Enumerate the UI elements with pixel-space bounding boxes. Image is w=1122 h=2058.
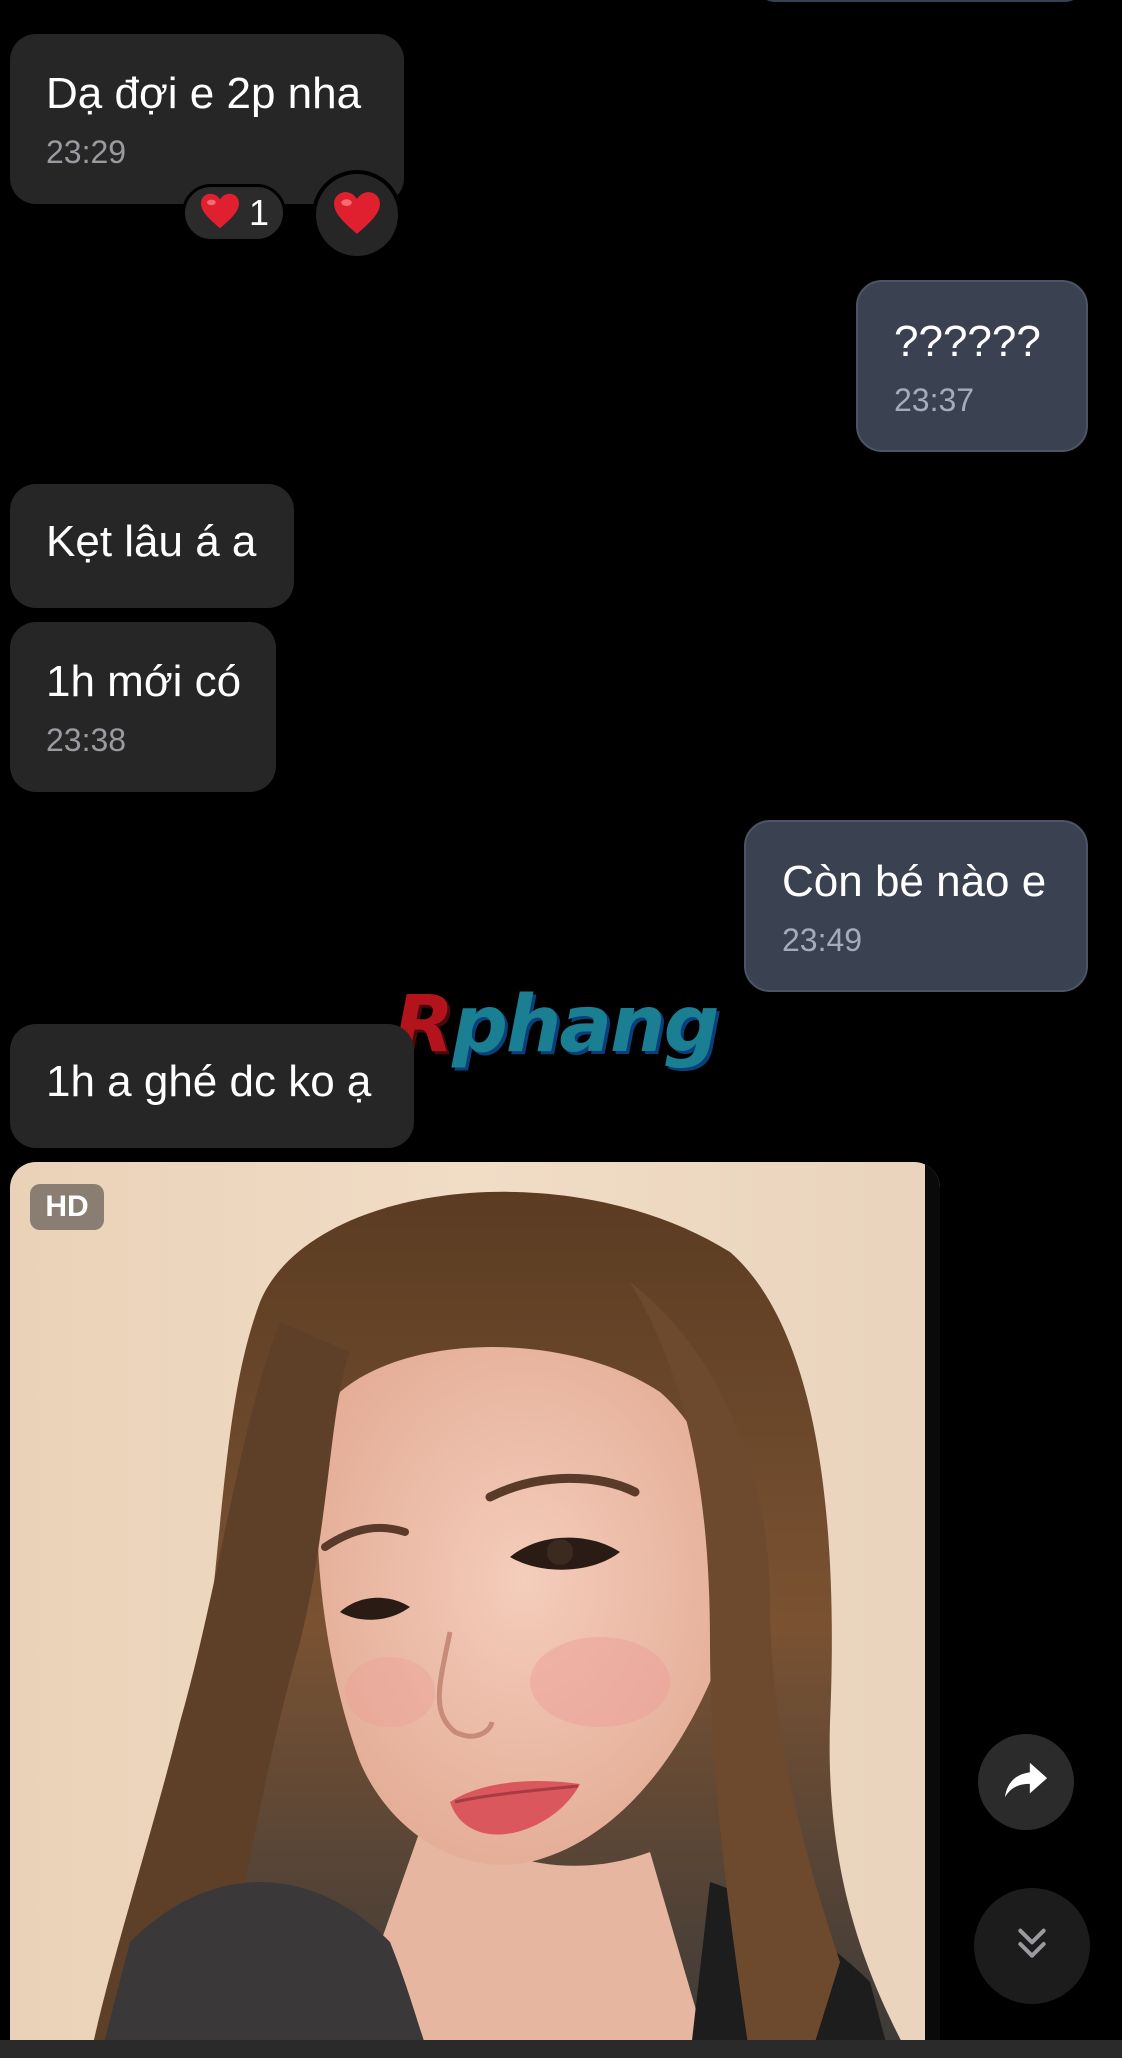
- add-reaction-button[interactable]: [312, 170, 402, 260]
- chat-thread: Dạ đợi e 2p nha 23:29 1 ?????? 23:37 Kẹt…: [0, 0, 1122, 2058]
- message-text: Kẹt lâu á a: [46, 517, 257, 566]
- portrait-image: [10, 1162, 940, 2058]
- previous-message-edge: [760, 0, 1080, 2]
- heart-icon: [199, 192, 241, 235]
- heart-icon: [332, 190, 382, 241]
- message-text: Còn bé nào e: [782, 857, 1047, 906]
- reaction-count-pill[interactable]: 1: [182, 184, 286, 242]
- watermark-logo: Rphang: [394, 980, 719, 1070]
- message-bubble-incoming[interactable]: Kẹt lâu á a: [10, 484, 294, 608]
- message-time: 23:49: [782, 922, 863, 958]
- bottom-bar: [0, 2040, 1122, 2058]
- photo-message[interactable]: [10, 1162, 940, 2058]
- share-button[interactable]: [978, 1734, 1074, 1830]
- message-bubble-incoming[interactable]: 1h mới có 23:38: [10, 622, 276, 792]
- message-time: 23:29: [46, 134, 127, 170]
- reaction-count: 1: [248, 192, 270, 233]
- message-text: 1h mới có: [46, 657, 242, 706]
- double-chevron-down-icon: [1012, 1924, 1052, 1969]
- hd-badge: HD: [30, 1184, 104, 1230]
- share-arrow-icon: [1003, 1760, 1049, 1805]
- message-bubble-outgoing[interactable]: Còn bé nào e 23:49: [744, 820, 1088, 992]
- message-time: 23:38: [46, 722, 127, 758]
- message-bubble-outgoing[interactable]: ?????? 23:37: [856, 280, 1088, 452]
- message-text: ??????: [894, 317, 1041, 366]
- message-bubble-incoming[interactable]: 1h a ghé dc ko ạ: [10, 1024, 414, 1148]
- scroll-to-bottom-button[interactable]: [974, 1888, 1090, 2004]
- message-text: 1h a ghé dc ko ạ: [46, 1057, 372, 1106]
- message-text: Dạ đợi e 2p nha: [46, 69, 362, 118]
- message-time: 23:37: [894, 382, 975, 418]
